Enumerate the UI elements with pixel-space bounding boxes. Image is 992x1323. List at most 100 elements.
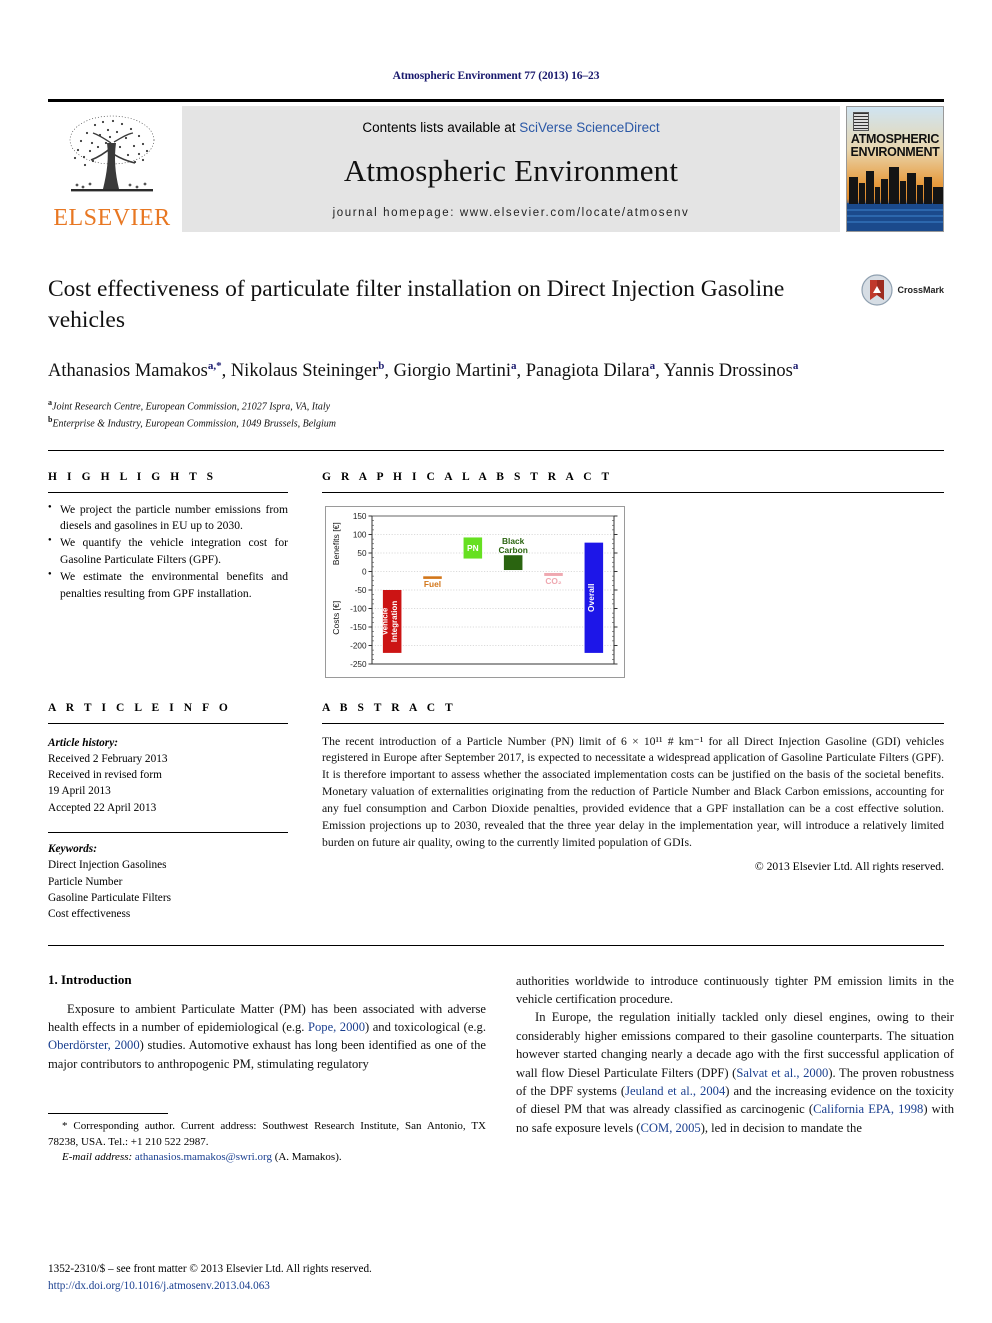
footnote-block: * Corresponding author. Current address:… [48,1119,486,1166]
citation-link[interactable]: COM, 2005 [641,1121,701,1135]
svg-text:150: 150 [353,512,367,521]
graphical-abstract-rule [322,491,944,493]
masthead: ELSEVIER Contents lists available at Sci… [48,106,944,232]
highlights-rule [48,491,288,493]
citation-link[interactable]: Pope, 2000 [308,1020,365,1034]
svg-text:Fuel: Fuel [424,578,441,588]
list-item: We project the particle number emissions… [48,502,288,535]
page-title: Cost effectiveness of particulate filter… [48,276,785,334]
svg-text:-200: -200 [350,641,367,650]
keywords-rule [48,831,288,833]
svg-text:Benefits [€]: Benefits [€] [331,522,341,565]
abstract-column: A B S T R A C T The recent introduction … [306,702,944,923]
article-history-line: Received 2 February 2013 [48,752,168,765]
crossmark-badge[interactable]: CrossMark [861,274,944,306]
footnote-rule [48,1113,168,1115]
svg-text:50: 50 [357,549,367,558]
journal-title: Atmospheric Environment [343,153,679,188]
body-columns: 1. Introduction Exposure to ambient Part… [48,972,954,1166]
keyword-item: Particle Number [48,875,123,888]
journal-homepage-link[interactable]: journal homepage: www.elsevier.com/locat… [333,207,690,219]
highlights-graphical-panel: H I G H L I G H T S We project the parti… [48,471,944,678]
graphical-abstract-figure: 150 100 50 0 -50 -100 -150 -200 -250 Benefits [€]… [325,505,625,678]
graphical-abstract-column: G R A P H I C A L A B S T R A C T 150 100… [306,471,944,678]
body-paragraph: In Europe, the regulation initially tack… [516,1010,955,1135]
keyword-item: Gasoline Particulate Filters [48,891,171,904]
masthead-top-rule [48,99,944,102]
article-history-label: Article history: [48,736,118,749]
svg-text:100: 100 [353,530,367,539]
list-item: We estimate the environmental benefits a… [48,569,288,602]
article-info-heading: A R T I C L E I N F O [48,701,232,714]
keywords-block: Keywords: Direct Injection Gasolines Par… [48,841,288,923]
svg-text:-250: -250 [350,660,367,669]
cost-benefit-waterfall-chart: 150 100 50 0 -50 -100 -150 -200 -250 Benefits [€]… [331,512,618,669]
abstract-text: The recent introduction of a Particle Nu… [322,734,944,850]
masthead-region: ELSEVIER Contents lists available at Sci… [0,99,992,232]
svg-text:0: 0 [362,567,367,576]
sciencedirect-link[interactable]: SciVerse ScienceDirect [519,120,659,135]
abstract-copyright: © 2013 Elsevier Ltd. All rights reserved… [754,860,944,874]
abstract-heading: A B S T R A C T [322,701,457,714]
article-history-line: Received in revised form [48,769,162,782]
contents-prefix: Contents lists available at [362,120,520,135]
abstract-bottom-rule [48,944,944,946]
article-info-column: A R T I C L E I N F O Article history: R… [48,702,306,923]
keywords-label: Keywords: [48,842,97,855]
contents-available-line: Contents lists available at SciVerse Sci… [362,120,659,135]
article-info-rule [48,722,288,724]
cover-title-line2: ENVIRONMENT [850,144,940,159]
body-paragraph: authorities worldwide to introduce conti… [516,973,954,1007]
citation-link[interactable]: California EPA, 1998 [813,1102,923,1116]
elsevier-logo: ELSEVIER [48,106,176,232]
body-right-column: authorities worldwide to introduce conti… [516,972,954,1166]
svg-text:Vehicle: Vehicle [380,607,389,635]
journal-cover-thumbnail: ATMOSPHERIC ENVIRONMENT [846,106,944,232]
email-note: E-mail address: athanasios.mamakos@swri.… [48,1150,486,1166]
masthead-center: Contents lists available at SciVerse Sci… [182,106,840,232]
affiliation-b-text: Enterprise & Industry, European Commissi… [52,418,336,430]
svg-text:Carbon: Carbon [499,545,528,555]
svg-text:Integration: Integration [390,600,399,641]
highlights-column: H I G H L I G H T S We project the parti… [48,471,306,678]
article-history: Article history: Received 2 February 201… [48,735,288,816]
elsevier-wordmark: ELSEVIER [53,205,171,231]
doi-link[interactable]: http://dx.doi.org/10.1016/j.atmosenv.201… [48,1278,372,1295]
cover-title: ATMOSPHERIC ENVIRONMENT [847,133,943,159]
cover-skyline-graphic [847,167,943,231]
issn-footer: 1352-2310/$ – see front matter © 2013 El… [48,1261,372,1295]
svg-text:Overall: Overall [586,583,596,611]
email-link[interactable]: athanasios.mamakos@swri.org [135,1151,272,1163]
body-paragraph: Exposure to ambient Particulate Matter (… [48,1001,487,1071]
section-heading-introduction: 1. Introduction [48,971,132,987]
corresponding-author-note: * Corresponding author. Current address:… [48,1120,486,1148]
abstract-rule [322,722,944,724]
affiliation-b: bEnterprise & Industry, European Commiss… [48,414,944,431]
email-suffix: (A. Mamakos). [274,1151,342,1164]
author-list: Athanasios Mamakosa,*, Nikolaus Steining… [48,359,799,382]
body-left-column: 1. Introduction Exposure to ambient Part… [48,972,486,1166]
citation-link[interactable]: Jeuland et al., 2004 [625,1084,725,1098]
cover-elsevier-mark-icon [853,112,869,131]
elsevier-tree-icon [69,115,155,192]
email-label: E-mail address: [62,1151,133,1164]
affiliations: aJoint Research Centre, European Commiss… [48,397,944,432]
issn-line: 1352-2310/$ – see front matter © 2013 El… [48,1263,372,1276]
info-abstract-panel: A R T I C L E I N F O Article history: R… [48,702,944,923]
affiliation-a: aJoint Research Centre, European Commiss… [48,397,944,414]
crossmark-label: CrossMark [897,285,944,295]
svg-text:CO₂: CO₂ [545,575,562,585]
svg-text:-100: -100 [350,604,367,613]
keyword-item: Direct Injection Gasolines [48,859,167,872]
svg-text:-150: -150 [350,623,367,632]
graphical-abstract-heading: G R A P H I C A L A B S T R A C T [322,470,613,483]
affiliation-a-text: Joint Research Centre, European Commissi… [52,401,331,413]
title-block: Cost effectiveness of particulate filter… [48,274,944,336]
svg-text:-50: -50 [355,586,367,595]
highlights-heading: H I G H L I G H T S [48,470,217,483]
keyword-item: Cost effectiveness [48,908,131,921]
citation-link[interactable]: Salvat et al., 2000 [736,1066,828,1080]
article-history-line: Accepted 22 April 2013 [48,801,157,814]
citation-link[interactable]: Oberdörster, 2000 [48,1038,140,1052]
title-bottom-rule [48,449,944,451]
